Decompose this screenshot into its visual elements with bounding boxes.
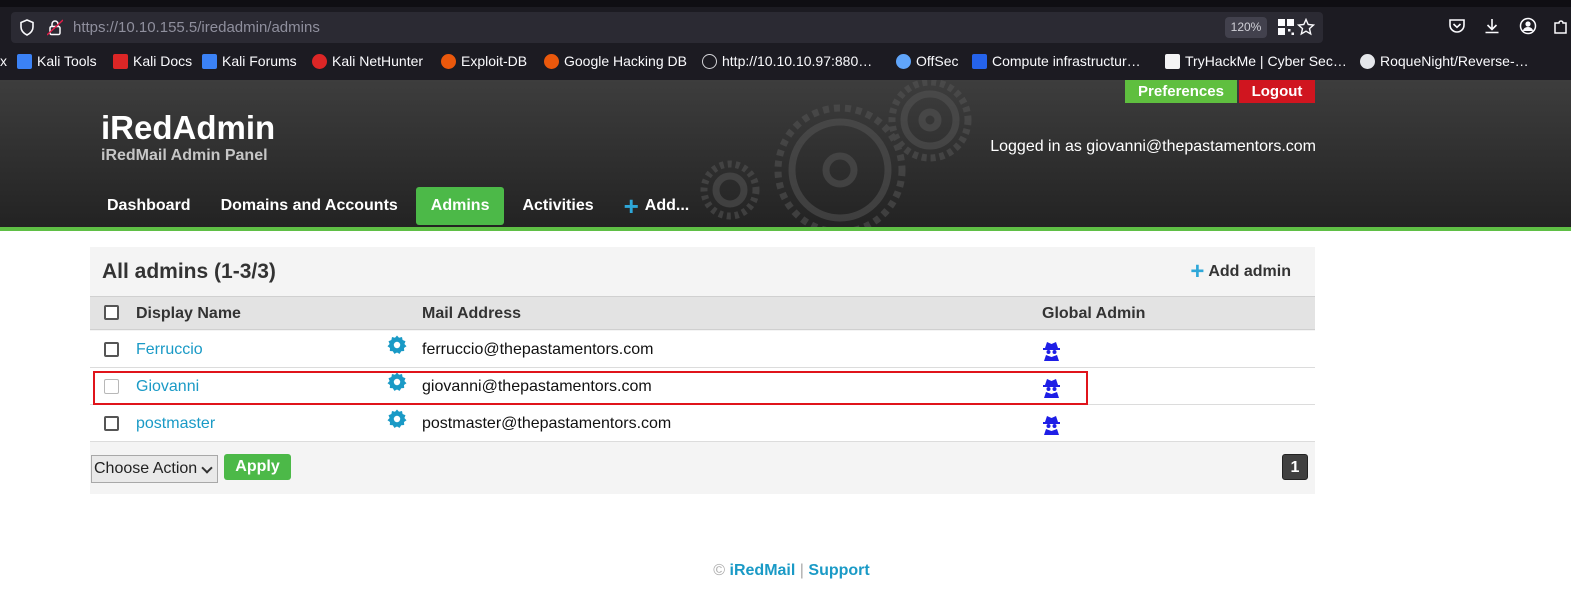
- bookmarks-bar: x Kali Tools Kali Docs Kali Forums Kali …: [0, 50, 1571, 76]
- bookmark-google-hacking-db[interactable]: Google Hacking DB: [544, 53, 687, 69]
- column-mail-address[interactable]: Mail Address: [422, 305, 521, 323]
- nav-admins[interactable]: Admins: [415, 187, 505, 225]
- url-text[interactable]: https://10.10.155.5/iredadmin/admins: [73, 19, 320, 36]
- kali-tools-favicon-icon: [17, 53, 32, 69]
- shield-icon[interactable]: [19, 19, 35, 36]
- app-header: iRedAdmin iRedMail Admin Panel Preferenc…: [0, 80, 1571, 231]
- highlight-annotation: [93, 371, 1088, 405]
- browser-toolbar: https://10.10.155.5/iredadmin/admins 120…: [0, 0, 1571, 80]
- row-checkbox[interactable]: [104, 342, 119, 357]
- bookmark-offsec[interactable]: OffSec: [896, 53, 959, 69]
- bookmark-star-icon[interactable]: [1297, 18, 1315, 36]
- main-nav: Dashboard Domains and Accounts Admins Ac…: [95, 187, 707, 225]
- add-admin-label: Add admin: [1208, 263, 1291, 280]
- bookmark-tryhackme[interactable]: TryHackMe | Cyber Sec…: [1165, 53, 1347, 69]
- nav-dashboard[interactable]: Dashboard: [95, 187, 203, 225]
- table-row: Ferruccio ferruccio@thepastamentors.com: [90, 331, 1315, 368]
- settings-gear-icon[interactable]: [387, 335, 407, 355]
- kali-forums-favicon-icon: [202, 53, 217, 69]
- logged-in-user: Logged in as giovanni@thepastamentors.co…: [990, 138, 1316, 155]
- settings-gear-icon[interactable]: [387, 409, 407, 429]
- bookmark-kali-tools[interactable]: Kali Tools: [17, 53, 97, 69]
- ghdb-favicon-icon: [544, 53, 559, 69]
- extensions-icon[interactable]: [1552, 17, 1570, 35]
- bookmark-http-link[interactable]: http://10.10.10.97:880…: [702, 53, 872, 69]
- azure-favicon-icon: [972, 53, 987, 69]
- chevron-down-icon: [201, 462, 213, 474]
- pocket-icon[interactable]: [1448, 17, 1466, 35]
- zoom-level[interactable]: 120%: [1225, 17, 1267, 38]
- account-icon[interactable]: [1519, 17, 1537, 35]
- kali-nethunter-favicon-icon: [312, 53, 327, 69]
- tab-strip: [0, 0, 1571, 7]
- plus-icon: +: [1190, 258, 1205, 285]
- preferences-button[interactable]: Preferences: [1125, 80, 1237, 103]
- table-header: Display Name Mail Address Global Admin: [90, 296, 1315, 330]
- github-favicon-icon: [1360, 53, 1375, 69]
- admin-name-link[interactable]: Ferruccio: [136, 341, 203, 359]
- tryhackme-favicon-icon: [1165, 53, 1180, 69]
- logout-button[interactable]: Logout: [1239, 80, 1315, 103]
- app-title[interactable]: iRedAdmin: [101, 109, 275, 147]
- table-row: postmaster postmaster@thepastamentors.co…: [90, 405, 1315, 442]
- url-bar[interactable]: https://10.10.155.5/iredadmin/admins 120…: [11, 12, 1323, 43]
- bookmark-kali-docs[interactable]: Kali Docs: [113, 53, 192, 69]
- bookmark-github-reverse[interactable]: RoqueNight/Reverse-…: [1360, 53, 1529, 69]
- row-checkbox[interactable]: [104, 416, 119, 431]
- plus-icon: +: [623, 191, 639, 221]
- bookmark-kali-nethunter[interactable]: Kali NetHunter: [312, 53, 423, 69]
- page-title: All admins (1-3/3): [102, 260, 276, 283]
- choose-action-value: Choose Action: [94, 460, 198, 477]
- url-host: https://10.10.155.5: [73, 19, 198, 36]
- footer-separator: |: [799, 562, 804, 579]
- nav-domains-and-accounts[interactable]: Domains and Accounts: [209, 187, 410, 225]
- download-icon[interactable]: [1483, 17, 1501, 35]
- lock-icon[interactable]: [47, 19, 63, 36]
- pagination-page[interactable]: 1: [1282, 454, 1308, 480]
- qr-code-icon[interactable]: [1277, 18, 1295, 36]
- admin-name-link[interactable]: postmaster: [136, 415, 215, 433]
- column-display-name[interactable]: Display Name: [136, 305, 241, 323]
- nav-add[interactable]: + Add...: [612, 187, 702, 225]
- global-admin-spy-icon: [1043, 342, 1060, 361]
- app-subtitle: iRedMail Admin Panel: [101, 147, 268, 164]
- copyright-symbol: ©: [713, 562, 726, 579]
- footer-support-link[interactable]: Support: [808, 562, 869, 579]
- add-admin-button[interactable]: + Add admin: [1190, 258, 1291, 285]
- nav-add-label: Add...: [644, 197, 690, 214]
- bookmark-compute-infrastructure[interactable]: Compute infrastructur…: [972, 53, 1141, 69]
- global-admin-spy-icon: [1043, 416, 1060, 435]
- bookmark-overflow[interactable]: x: [0, 53, 7, 69]
- offsec-favicon-icon: [896, 53, 911, 69]
- exploit-db-favicon-icon: [441, 53, 456, 69]
- choose-action-select[interactable]: Choose Action: [91, 455, 218, 483]
- footer: © iRedMail | Support: [0, 562, 1571, 580]
- bookmark-kali-forums[interactable]: Kali Forums: [202, 53, 297, 69]
- admin-mail: postmaster@thepastamentors.com: [422, 415, 672, 432]
- globe-icon: [702, 53, 717, 69]
- column-global-admin[interactable]: Global Admin: [1042, 305, 1145, 323]
- apply-button[interactable]: Apply: [224, 454, 291, 480]
- footer-iredmail-link[interactable]: iRedMail: [730, 562, 796, 579]
- kali-docs-favicon-icon: [113, 53, 128, 69]
- url-path: /iredadmin/admins: [197, 19, 320, 36]
- gears-background-icon: [700, 80, 972, 227]
- bookmark-exploit-db[interactable]: Exploit-DB: [441, 53, 527, 69]
- select-all-checkbox[interactable]: [104, 305, 119, 320]
- nav-activities[interactable]: Activities: [510, 187, 605, 225]
- admin-mail: ferruccio@thepastamentors.com: [422, 341, 654, 358]
